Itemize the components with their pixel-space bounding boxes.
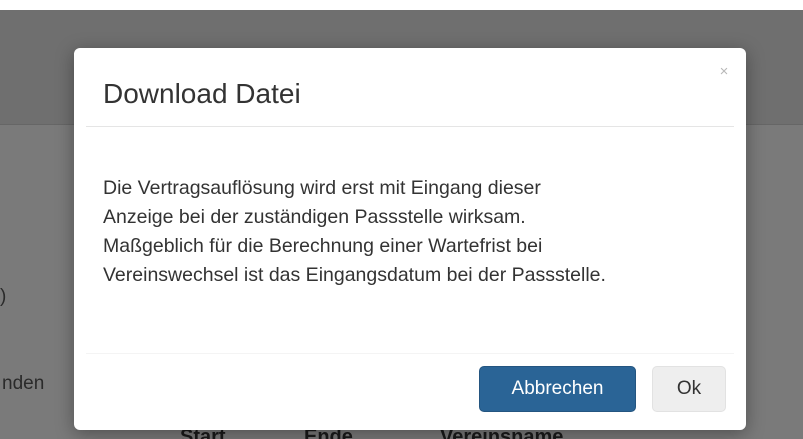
message-line: Die Vertragsauflösung wird erst mit Eing… — [103, 177, 541, 199]
download-dialog: Download Datei × Die Vertragsauflösung w… — [74, 48, 746, 430]
close-icon[interactable]: × — [716, 64, 732, 80]
screen: ) nden Start Ende Vereinsname Download D… — [0, 0, 803, 439]
page-top-band — [0, 0, 803, 10]
message-line: Maßgeblich für die Berechnung einer Wart… — [103, 235, 543, 257]
cancel-button[interactable]: Abbrechen — [479, 366, 636, 412]
message-line: Vereinswechsel ist das Eingangsdatum bei… — [103, 264, 606, 286]
dialog-header-divider — [86, 126, 734, 127]
ok-button[interactable]: Ok — [652, 366, 726, 412]
dialog-footer-divider — [86, 353, 734, 354]
message-line: Anzeige bei der zuständigen Passstelle w… — [103, 206, 526, 228]
dialog-message: Die Vertragsauflösung wird erst mit Eing… — [103, 174, 723, 290]
background-partial-text: ) — [0, 286, 7, 307]
background-partial-label: nden — [2, 373, 45, 394]
dialog-title: Download Datei — [103, 78, 301, 109]
